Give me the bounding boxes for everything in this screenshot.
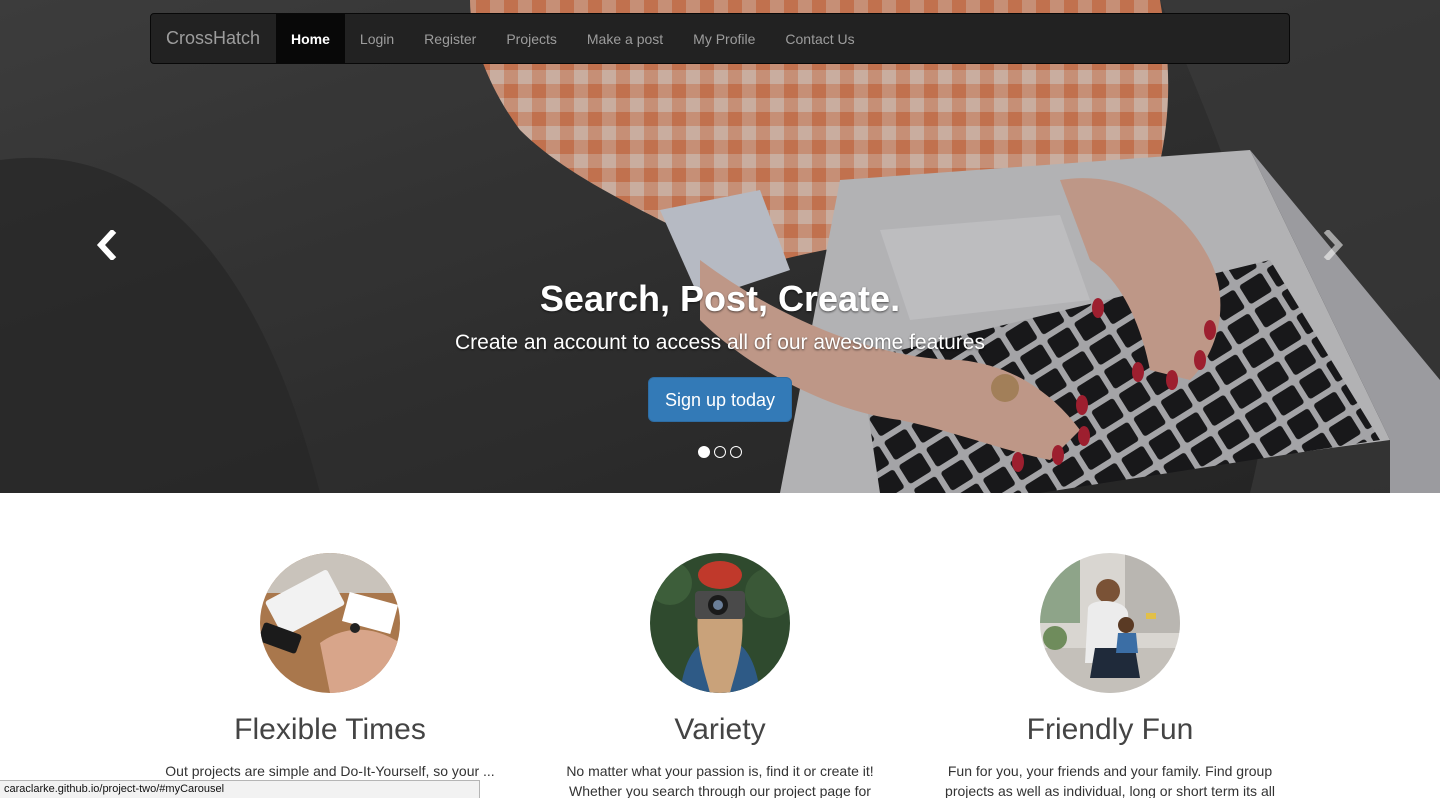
navbar: CrossHatch Home Login Register Projects …	[150, 13, 1290, 64]
nav-item-my-profile: My Profile	[678, 14, 770, 63]
nav-link-contact-us[interactable]: Contact Us	[770, 14, 869, 63]
feature-friendly-fun: Friendly Fun Fun for you, your friends a…	[930, 493, 1290, 798]
chevron-right-icon	[1323, 230, 1344, 260]
carousel-prev-button[interactable]	[86, 220, 126, 270]
feature-title: Friendly Fun	[1026, 713, 1194, 746]
feature-variety: Variety No matter what your passion is, …	[540, 493, 900, 798]
nav-item-login: Login	[345, 14, 409, 63]
feature-image-photographer	[650, 553, 790, 693]
nav-item-make-a-post: Make a post	[572, 14, 678, 63]
carousel-indicators	[0, 446, 1440, 458]
nav-link-my-profile[interactable]: My Profile	[678, 14, 770, 63]
nav-item-home: Home	[276, 14, 345, 63]
nav-link-projects[interactable]: Projects	[491, 14, 572, 63]
carousel-caption: Search, Post, Create. Create an account …	[0, 276, 1440, 422]
nav-item-register: Register	[409, 14, 491, 63]
hero-carousel: CrossHatch Home Login Register Projects …	[0, 0, 1440, 493]
feature-text: No matter what your passion is, find it …	[566, 763, 874, 798]
nav-menu: Home Login Register Projects Make a post…	[276, 14, 870, 63]
signup-button[interactable]: Sign up today	[647, 377, 793, 422]
nav-link-home[interactable]: Home	[276, 14, 345, 63]
carousel-subheading: Create an account to access all of our a…	[455, 331, 985, 354]
browser-status-bar: caraclarke.github.io/project-two/#myCaro…	[0, 780, 480, 798]
nav-link-register[interactable]: Register	[409, 14, 491, 63]
chevron-left-icon	[96, 230, 117, 260]
feature-title: Variety	[674, 713, 766, 746]
nav-link-login[interactable]: Login	[345, 14, 409, 63]
nav-item-projects: Projects	[491, 14, 572, 63]
feature-title: Flexible Times	[234, 713, 426, 746]
nav-item-contact-us: Contact Us	[770, 14, 869, 63]
feature-flexible-times: Flexible Times Out projects are simple a…	[150, 493, 510, 798]
features-section: Flexible Times Out projects are simple a…	[0, 493, 1440, 798]
page: CrossHatch Home Login Register Projects …	[0, 0, 1440, 798]
carousel-next-button[interactable]	[1314, 220, 1354, 270]
carousel-indicator-3[interactable]	[730, 446, 742, 458]
carousel-heading: Search, Post, Create.	[539, 278, 901, 319]
carousel-indicator-2[interactable]	[714, 446, 726, 458]
brand-link[interactable]: CrossHatch	[151, 14, 276, 63]
carousel-indicator-1[interactable]	[698, 446, 710, 458]
feature-image-family	[1040, 553, 1180, 693]
feature-image-desk	[260, 553, 400, 693]
feature-text: Fun for you, your friends and your famil…	[945, 763, 1275, 798]
nav-link-make-a-post[interactable]: Make a post	[572, 14, 678, 63]
